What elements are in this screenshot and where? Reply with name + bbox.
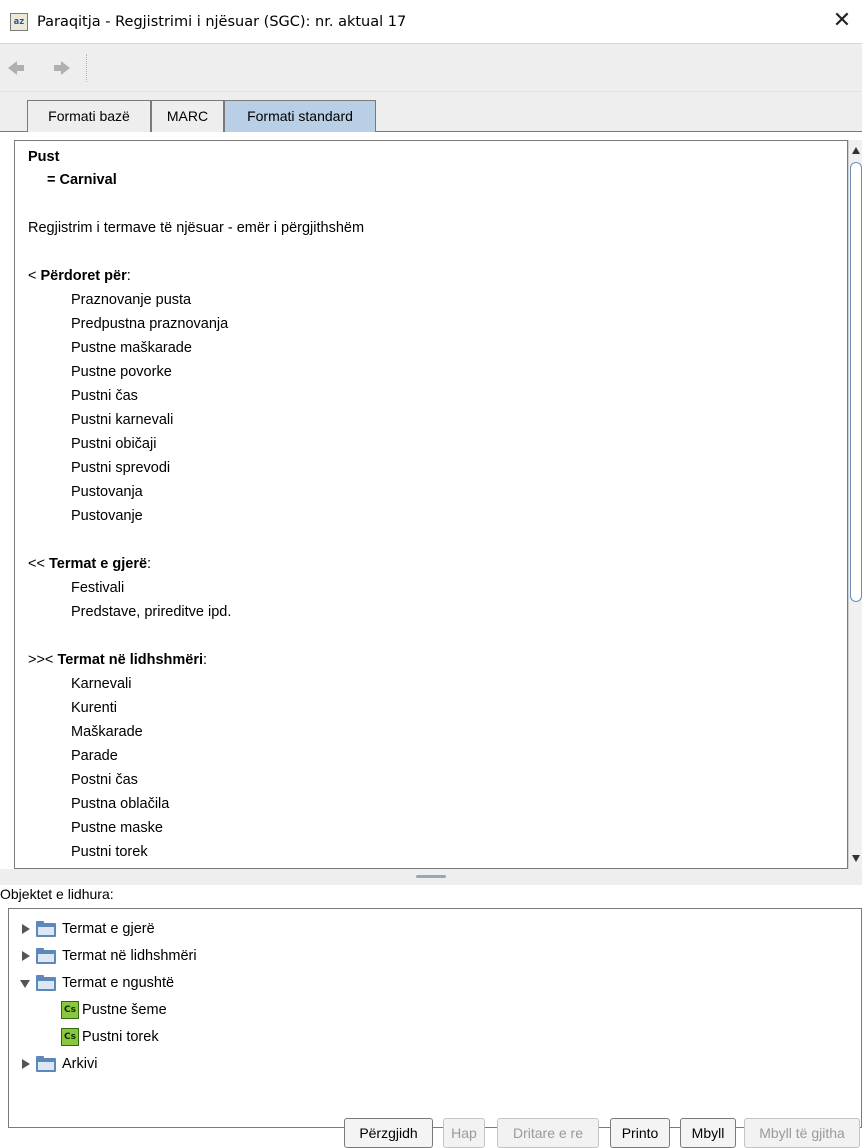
expand-arrow-icon[interactable] — [22, 924, 30, 934]
print-button[interactable]: Printo — [610, 1118, 670, 1148]
list-item[interactable]: Parade — [71, 748, 118, 764]
close-all-button[interactable]: Mbyll të gjitha — [744, 1118, 860, 1148]
tree-leaf-label: Pustne šeme — [82, 1002, 167, 1018]
section-label: Përdoret për — [40, 268, 127, 284]
tab-marc[interactable]: MARC — [151, 100, 224, 132]
new-window-button[interactable]: Dritare e re — [497, 1118, 599, 1148]
cs-record-icon: Cs — [61, 1001, 79, 1019]
scroll-thumb[interactable] — [850, 162, 862, 602]
tab-bar: Formati bazë MARC Formati standard — [0, 92, 862, 132]
section-broader: << Termat e gjerë: — [28, 556, 151, 572]
forward-arrow-icon[interactable] — [54, 61, 70, 75]
title-bar: az Paraqitja - Regjistrimi i njësuar (SG… — [0, 0, 862, 44]
tree-node-narrower[interactable]: Termat e ngushtë — [20, 971, 174, 995]
scroll-up-arrow-icon[interactable] — [852, 147, 860, 154]
section-colon: : — [126, 268, 131, 284]
tree-node-archive[interactable]: Arkivi — [20, 1052, 97, 1076]
section-prefix: << — [28, 556, 49, 572]
window-title: Paraqitja - Regjistrimi i njësuar (SGC):… — [37, 13, 407, 30]
select-button[interactable]: Përzgjidh — [344, 1118, 433, 1148]
section-related: >>< Termat në lidhshmëri: — [28, 652, 207, 668]
open-folder-icon — [36, 975, 56, 991]
toolbar — [0, 44, 862, 92]
list-item[interactable]: Pustni čas — [71, 388, 138, 404]
tree-node-label: Termat e gjerë — [62, 921, 155, 937]
expand-arrow-icon[interactable] — [22, 951, 30, 961]
list-item[interactable]: Pustni karnevali — [71, 412, 173, 428]
tree-leaf[interactable]: Cs Pustni torek — [61, 1025, 159, 1049]
record-equivalent: = Carnival — [47, 172, 117, 188]
section-used-for: < Përdoret për: — [28, 268, 131, 284]
section-colon: : — [147, 556, 152, 572]
list-item[interactable]: Pustovanje — [71, 508, 143, 524]
tab-standard-format[interactable]: Formati standard — [224, 100, 376, 132]
tree-node-label: Termat në lidhshmëri — [62, 948, 197, 964]
list-item[interactable]: Pustne povorke — [71, 364, 172, 380]
list-item[interactable]: Pustni sprevodi — [71, 460, 170, 476]
tree-node-broader[interactable]: Termat e gjerë — [20, 917, 155, 941]
section-colon: : — [203, 652, 208, 668]
close-button[interactable]: Mbyll — [680, 1118, 736, 1148]
vertical-scrollbar[interactable] — [848, 140, 862, 869]
list-item[interactable]: Pustne maškarade — [71, 340, 192, 356]
list-item[interactable]: Pustne maske — [71, 820, 163, 836]
expand-arrow-icon[interactable] — [22, 1059, 30, 1069]
section-prefix: >>< — [28, 652, 58, 668]
list-item[interactable]: Pustni običaji — [71, 436, 156, 452]
list-item[interactable]: Predpustna praznovanja — [71, 316, 228, 332]
cs-record-icon: Cs — [61, 1028, 79, 1046]
related-objects-label: Objektet e lidhura: — [0, 886, 114, 902]
tree-leaf[interactable]: Cs Pustne šeme — [61, 998, 167, 1022]
list-item[interactable]: Pustovanja — [71, 484, 143, 500]
list-item[interactable]: Maškarade — [71, 724, 143, 740]
list-item[interactable]: Pustna oblačila — [71, 796, 169, 812]
tree-node-label: Arkivi — [62, 1056, 98, 1072]
folder-icon — [36, 948, 56, 964]
app-icon: az — [10, 12, 28, 31]
section-label: Termat e gjerë — [48, 556, 148, 572]
folder-icon — [36, 921, 56, 937]
folder-icon — [36, 1056, 56, 1072]
list-item[interactable]: Postni čas — [71, 772, 138, 788]
scroll-down-arrow-icon[interactable] — [852, 855, 860, 862]
record-view: Pust = Carnival Regjistrim i termave të … — [14, 140, 848, 869]
splitter-grip-icon[interactable] — [416, 875, 446, 878]
close-window-button[interactable]: ✕ — [830, 10, 854, 34]
list-item[interactable]: Kurenti — [71, 700, 117, 716]
related-objects-tree: Termat e gjerë Termat në lidhshmëri Term… — [8, 908, 862, 1128]
list-item[interactable]: Predstave, prireditve ipd. — [71, 604, 231, 620]
tree-node-related[interactable]: Termat në lidhshmëri — [20, 944, 197, 968]
tab-basic-format[interactable]: Formati bazë — [27, 100, 151, 132]
back-arrow-icon[interactable] — [8, 61, 24, 75]
list-item[interactable]: Pustni torek — [71, 844, 148, 860]
tree-node-label: Termat e ngushtë — [62, 975, 175, 991]
record-heading: Pust — [28, 149, 60, 165]
section-prefix: < — [28, 268, 41, 284]
list-item[interactable]: Karnevali — [71, 676, 131, 692]
record-description: Regjistrim i termave të njësuar - emër i… — [28, 220, 365, 236]
list-item[interactable]: Praznovanje pusta — [71, 292, 191, 308]
list-item[interactable]: Festivali — [71, 580, 124, 596]
open-button[interactable]: Hap — [443, 1118, 485, 1148]
collapse-arrow-icon[interactable] — [20, 980, 30, 988]
section-label: Termat në lidhshmëri — [57, 652, 204, 668]
tree-leaf-label: Pustni torek — [82, 1029, 159, 1045]
pane-splitter[interactable] — [0, 869, 862, 885]
toolbar-separator — [86, 54, 87, 82]
